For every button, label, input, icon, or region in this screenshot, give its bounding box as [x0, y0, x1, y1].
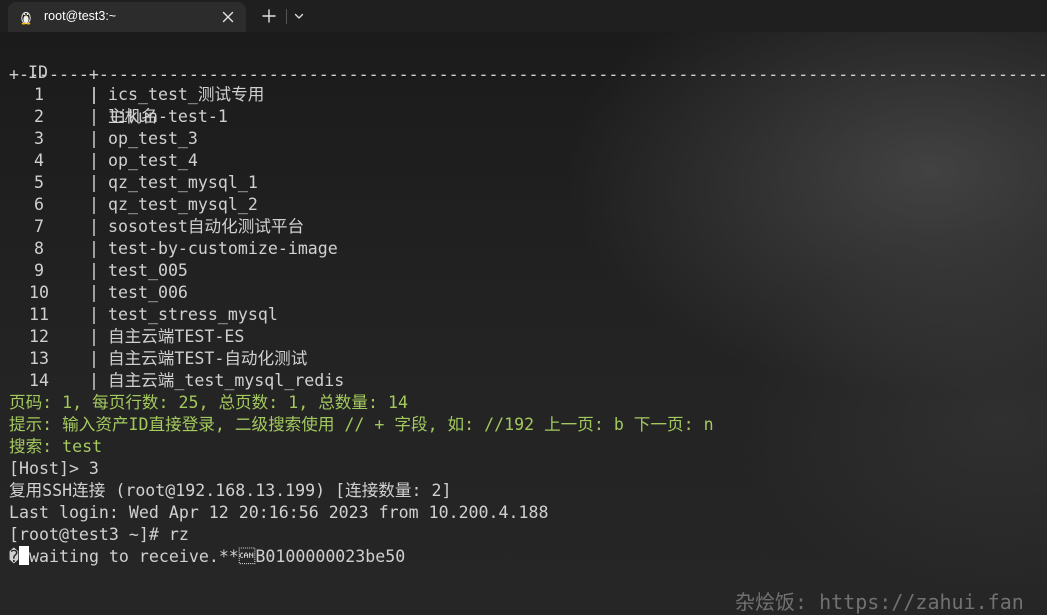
row-id: 3: [34, 129, 44, 148]
new-tab-plus-icon[interactable]: [258, 6, 280, 26]
table-row: 3 | op_test_3: [9, 128, 609, 150]
table-row: 10 | test_006: [9, 282, 609, 304]
row-id: 7: [34, 217, 44, 236]
linux-penguin-icon: [21, 11, 31, 25]
row-id: 10: [29, 283, 49, 302]
row-pipe: |: [89, 173, 99, 192]
tab-divider: [286, 9, 287, 24]
row-id: 6: [34, 195, 44, 214]
row-hostname: ics_test_测试专用: [108, 85, 265, 104]
last-login-info: Last login: Wed Apr 12 20:16:56 2023 fro…: [9, 503, 549, 522]
row-pipe: |: [89, 327, 99, 346]
ssh-reuse-info: 复用SSH连接 (root@192.168.13.199) [连接数量: 2]: [9, 481, 452, 500]
row-hostname: sosotest自动化测试平台: [108, 217, 305, 236]
row-hostname: qz_test_mysql_1: [108, 173, 258, 192]
tab-bar: root@test3:~: [0, 0, 1047, 32]
row-pipe: |: [89, 349, 99, 368]
table-row: 4 | op_test_4: [9, 150, 609, 172]
table-row: 7 | sosotest自动化测试平台: [9, 216, 609, 238]
close-icon[interactable]: [220, 9, 236, 25]
row-pipe: |: [89, 261, 99, 280]
table-row: 2 | likun-test-1: [9, 106, 609, 128]
row-id: 4: [34, 151, 44, 170]
row-hostname: 自主云端TEST-ES: [108, 327, 245, 346]
row-id: 1: [34, 85, 44, 104]
row-id: 14: [29, 371, 49, 390]
table-row: 5 | qz_test_mysql_1: [9, 172, 609, 194]
table-row: 12 | 自主云端TEST-ES: [9, 326, 609, 348]
pagination-info: 页码: 1, 每页行数: 25, 总页数: 1, 总数量: 14: [9, 393, 408, 412]
table-row: 9 | test_005: [9, 260, 609, 282]
row-hostname: op_test_4: [108, 151, 198, 170]
rz-output: waiting to receive.**B0100000023be50: [29, 547, 406, 566]
rz-garbled-prefix: �: [9, 547, 19, 566]
table-row: 8 | test-by-customize-image: [9, 238, 609, 260]
terminal-output[interactable]: ID | 主机名 +-------+----------------------…: [0, 32, 1047, 615]
row-id: 2: [34, 107, 44, 126]
row-pipe: |: [89, 371, 99, 390]
row-id: 5: [34, 173, 44, 192]
row-pipe: |: [89, 85, 99, 104]
table-row: 11 | test_stress_mysql: [9, 304, 609, 326]
row-pipe: |: [89, 217, 99, 236]
row-pipe: |: [89, 129, 99, 148]
tab-terminal[interactable]: root@test3:~: [8, 2, 246, 32]
row-id: 13: [29, 349, 49, 368]
row-id: 11: [29, 305, 49, 324]
row-hostname: likun-test-1: [108, 107, 228, 126]
row-pipe: |: [89, 305, 99, 324]
table-row: 6 | qz_test_mysql_2: [9, 194, 609, 216]
row-hostname: qz_test_mysql_2: [108, 195, 258, 214]
row-hostname: 自主云端_test_mysql_redis: [108, 371, 345, 390]
terminal-window: root@test3:~ ID | 主机名 +-------+---------…: [0, 0, 1047, 615]
terminal-cursor: [19, 546, 29, 565]
row-hostname: test_005: [108, 261, 188, 280]
hint-text: 提示: 输入资产ID直接登录, 二级搜索使用 // + 字段, 如: //192…: [9, 415, 714, 434]
watermark: 杂烩饭: https://zahui.fan: [735, 590, 1024, 614]
tab-title: root@test3:~: [44, 9, 117, 23]
row-hostname: test_stress_mysql: [108, 305, 278, 324]
row-id: 9: [34, 261, 44, 280]
host-prompt: [Host]> 3: [9, 459, 99, 478]
row-id: 12: [29, 327, 49, 346]
row-pipe: |: [89, 107, 99, 126]
search-text: 搜索: test: [9, 437, 103, 456]
row-hostname: test-by-customize-image: [108, 239, 338, 258]
row-pipe: |: [89, 283, 99, 302]
row-hostname: 自主云端TEST-自动化测试: [108, 349, 308, 368]
row-id: 8: [34, 239, 44, 258]
row-pipe: |: [89, 151, 99, 170]
row-pipe: |: [89, 239, 99, 258]
table-row: 14 | 自主云端_test_mysql_redis: [9, 370, 609, 392]
chevron-down-icon[interactable]: [290, 6, 308, 26]
row-pipe: |: [89, 195, 99, 214]
table-header: ID | 主机名: [9, 40, 609, 126]
table-separator: +-------+-------------------------------…: [9, 65, 1045, 84]
row-hostname: op_test_3: [108, 129, 198, 148]
table-row: 1 | ics_test_测试专用: [9, 84, 609, 106]
table-row: 13 | 自主云端TEST-自动化测试: [9, 348, 609, 370]
shell-prompt: [root@test3 ~]# rz: [9, 525, 189, 544]
rz-output-line: � waiting to receive.**B0100000023be50: [9, 546, 405, 568]
row-hostname: test_006: [108, 283, 188, 302]
